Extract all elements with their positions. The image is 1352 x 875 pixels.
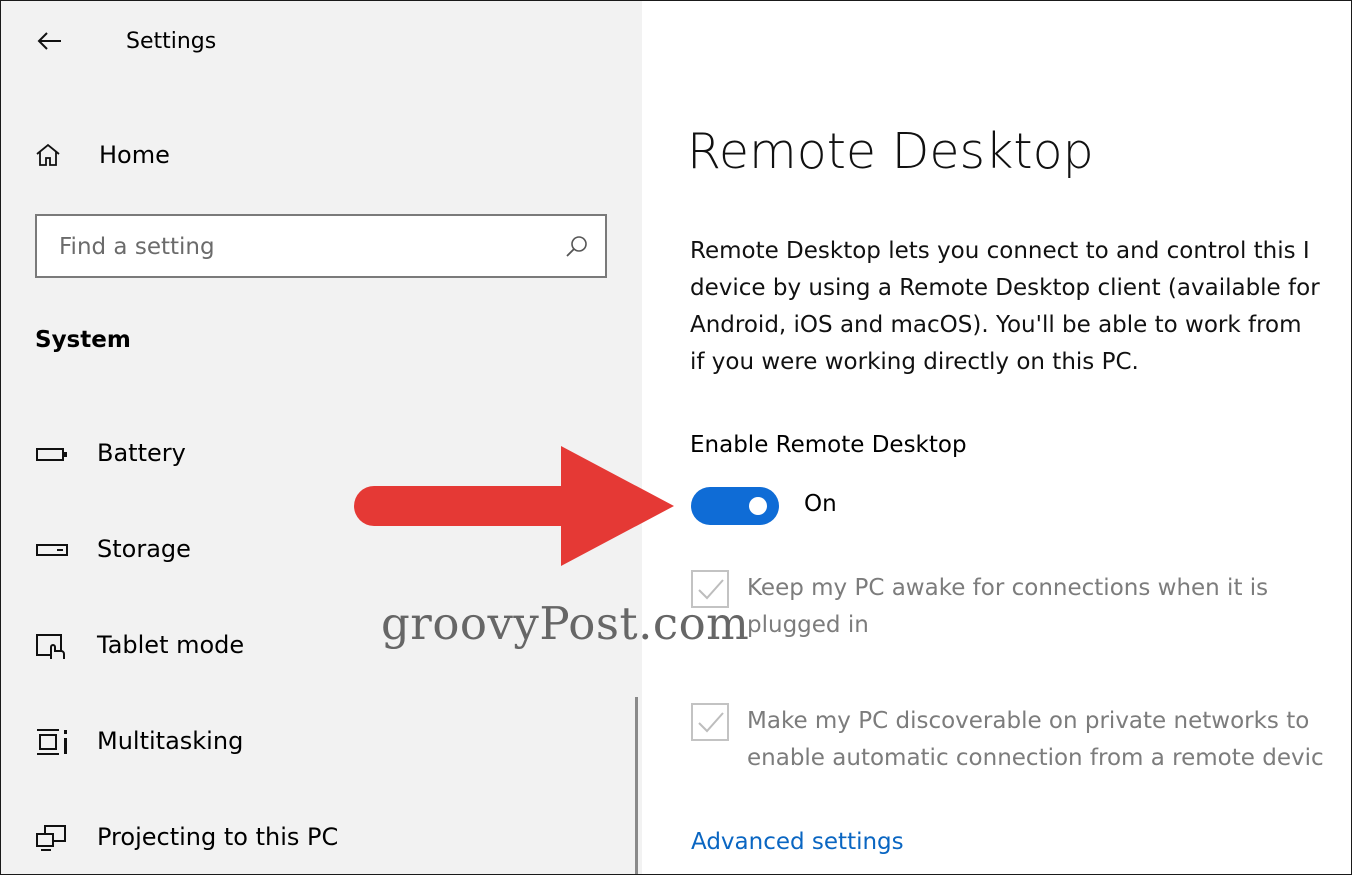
search-box[interactable]: [35, 214, 607, 278]
sidebar-item-label: Projecting to this PC: [97, 823, 339, 851]
home-label: Home: [99, 141, 170, 169]
storage-icon: [36, 544, 68, 556]
option-line: plugged in: [747, 612, 869, 638]
sidebar-item-projecting[interactable]: Projecting to this PC: [35, 813, 605, 861]
settings-window: Settings Home System Battery: [0, 0, 1352, 875]
toggle-state-label: On: [804, 491, 837, 517]
toggle-knob: [749, 497, 767, 515]
sidebar-item-label: Battery: [97, 439, 186, 467]
description-line: Android, iOS and macOS). You'll be able …: [690, 312, 1302, 338]
page-title: Remote Desktop: [687, 123, 1094, 180]
home-icon: [36, 143, 60, 166]
discoverable-option[interactable]: Make my PC discoverable on private netwo…: [691, 703, 1351, 783]
enable-remote-desktop-label: Enable Remote Desktop: [690, 432, 967, 458]
projecting-icon: [36, 825, 66, 851]
back-button[interactable]: [29, 21, 73, 61]
sidebar-item-label: Tablet mode: [97, 631, 245, 659]
back-arrow-icon: [37, 32, 61, 50]
watermark: groovyPost.com: [381, 597, 750, 650]
tablet-mode-icon: [36, 634, 65, 659]
discoverable-text: Make my PC discoverable on private netwo…: [747, 703, 1324, 777]
battery-icon: [36, 448, 67, 461]
description-line: if you were working directly on this PC.: [690, 349, 1139, 375]
keep-awake-text: Keep my PC awake for connections when it…: [747, 570, 1268, 644]
sidebar: Settings Home System Battery: [1, 1, 642, 874]
checkmark-icon: [698, 712, 724, 733]
option-line: enable automatic connection from a remot…: [747, 745, 1324, 771]
app-title: Settings: [126, 29, 217, 54]
search-input[interactable]: [57, 228, 541, 266]
red-arrow-annotation: [354, 446, 674, 566]
description-line: device by using a Remote Desktop client …: [690, 275, 1320, 301]
remote-desktop-toggle[interactable]: [691, 487, 779, 525]
keep-awake-option[interactable]: Keep my PC awake for connections when it…: [691, 570, 1351, 650]
search-icon[interactable]: [565, 234, 589, 258]
sidebar-item-multitasking[interactable]: Multitasking: [35, 717, 605, 765]
sidebar-item-home[interactable]: Home: [35, 135, 595, 179]
sidebar-item-label: Storage: [97, 535, 191, 563]
sidebar-scrollbar[interactable]: [635, 697, 638, 874]
main-content: Remote Desktop Remote Desktop lets you c…: [642, 1, 1351, 874]
option-line: Keep my PC awake for connections when it…: [747, 575, 1269, 601]
discoverable-checkbox[interactable]: [691, 703, 729, 741]
sidebar-item-label: Multitasking: [97, 727, 244, 755]
description-line: Remote Desktop lets you connect to and c…: [690, 238, 1310, 264]
advanced-settings-link[interactable]: Advanced settings: [691, 829, 904, 855]
multitasking-icon: [37, 729, 67, 755]
section-title-system: System: [35, 327, 131, 353]
description: Remote Desktop lets you connect to and c…: [690, 233, 1351, 381]
option-line: Make my PC discoverable on private netwo…: [747, 708, 1310, 734]
